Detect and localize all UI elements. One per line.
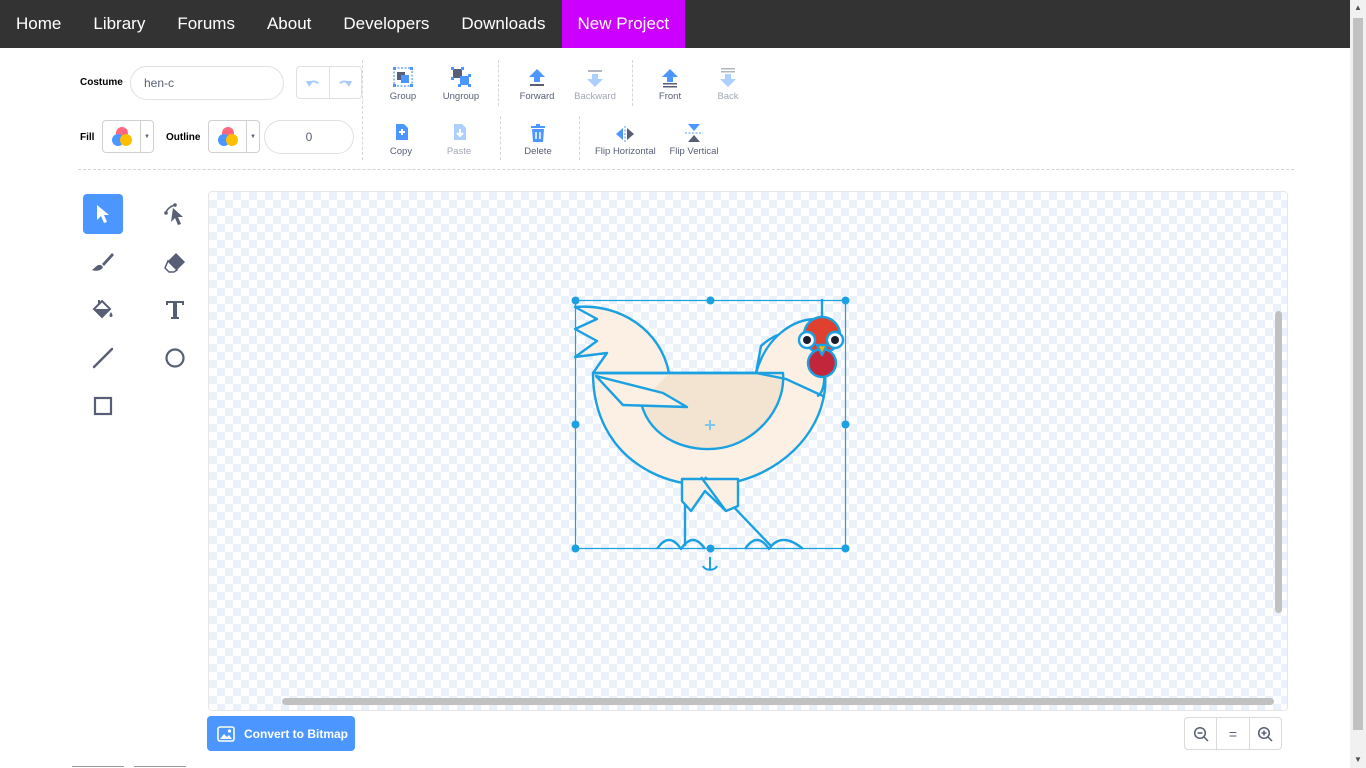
brush-tool-button[interactable] — [83, 242, 123, 282]
flip-vertical-icon — [685, 124, 703, 142]
nav-library[interactable]: Library — [77, 0, 161, 48]
toolbar-divider — [498, 60, 499, 106]
group-button[interactable]: Group — [373, 66, 433, 102]
select-arrow-icon — [97, 205, 109, 223]
group-icon — [393, 67, 413, 87]
hen-costume-drawing[interactable] — [209, 192, 1288, 711]
fill-dropdown-caret-icon: ▼ — [144, 133, 150, 140]
paste-button[interactable]: Paste — [429, 121, 489, 157]
scroll-down-arrow-icon[interactable]: ▼ — [1350, 752, 1366, 768]
copy-icon — [396, 124, 408, 140]
nav-about[interactable]: About — [251, 0, 327, 48]
copy-label: Copy — [389, 146, 413, 157]
outline-width-input[interactable]: 0 — [264, 120, 354, 154]
costume-name-input[interactable]: hen-c — [130, 66, 284, 100]
costume-label: Costume — [80, 77, 123, 88]
eraser-icon — [164, 253, 185, 273]
zoom-out-icon — [1193, 726, 1209, 742]
group-label: Group — [389, 91, 417, 102]
nav-home[interactable]: Home — [0, 0, 77, 48]
line-tool-button[interactable] — [83, 338, 123, 378]
fill-label: Fill — [80, 132, 95, 143]
undo-redo-group — [296, 66, 362, 99]
outline-dropdown-caret-icon: ▼ — [250, 133, 256, 140]
backward-button[interactable]: Backward — [565, 66, 625, 102]
line-icon — [92, 347, 114, 369]
backward-icon — [587, 70, 603, 87]
circle-icon — [165, 348, 185, 368]
flip-vertical-label: Flip Vertical — [669, 146, 719, 157]
trash-icon — [531, 124, 545, 142]
convert-to-bitmap-button[interactable]: Convert to Bitmap — [207, 716, 355, 751]
select-tool-button[interactable] — [83, 194, 123, 234]
fill-tool-button[interactable] — [83, 290, 123, 330]
fill-bucket-icon — [92, 299, 113, 319]
fill-color-button[interactable]: ▼ — [102, 120, 154, 153]
flip-horizontal-label: Flip Horizontal — [595, 146, 656, 157]
front-label: Front — [658, 91, 682, 102]
text-tool-button[interactable] — [155, 290, 195, 330]
zoom-in-icon — [1258, 726, 1273, 742]
ungroup-icon — [451, 67, 471, 87]
ungroup-button[interactable]: Ungroup — [431, 66, 491, 102]
outline-color-button[interactable]: ▼ — [208, 120, 260, 153]
convert-to-bitmap-label: Convert to Bitmap — [244, 726, 349, 741]
mixed-color-icon — [217, 126, 238, 146]
top-nav: Home Library Forums About Developers Dow… — [0, 0, 1350, 48]
rectangle-icon — [93, 396, 113, 416]
circle-tool-button[interactable] — [155, 338, 195, 378]
toolbar-divider — [500, 116, 501, 160]
toolbar-bottom-divider — [78, 169, 1294, 170]
rectangle-tool-button[interactable] — [83, 386, 123, 426]
back-icon — [720, 68, 736, 87]
front-button[interactable]: Front — [640, 66, 700, 102]
mixed-color-icon — [111, 126, 132, 146]
flip-vertical-button[interactable]: Flip Vertical — [664, 121, 724, 157]
reshape-icon — [164, 203, 183, 225]
paint-canvas[interactable] — [208, 191, 1288, 711]
front-icon — [662, 69, 678, 88]
nav-new-project[interactable]: New Project — [561, 0, 686, 48]
zoom-reset-label: = — [1228, 725, 1238, 742]
toolbar-divider — [579, 116, 580, 160]
forward-label: Forward — [519, 91, 555, 102]
forward-button[interactable]: Forward — [507, 66, 567, 102]
redo-icon — [339, 80, 353, 87]
brush-icon — [92, 253, 114, 271]
copy-button[interactable]: Copy — [371, 121, 431, 157]
nav-downloads[interactable]: Downloads — [445, 0, 561, 48]
ungroup-label: Ungroup — [442, 91, 480, 102]
undo-button[interactable] — [297, 67, 330, 98]
nav-forums[interactable]: Forums — [161, 0, 251, 48]
delete-button[interactable]: Delete — [508, 121, 568, 157]
outline-label: Outline — [166, 132, 201, 143]
zoom-in-button[interactable] — [1248, 718, 1281, 749]
nav-developers[interactable]: Developers — [327, 0, 445, 48]
page-scrollbar[interactable]: ▲ ▼ — [1350, 0, 1366, 768]
canvas-vertical-scrollbar[interactable] — [1275, 311, 1282, 613]
zoom-controls: = — [1184, 717, 1282, 750]
scroll-up-arrow-icon[interactable]: ▲ — [1350, 0, 1366, 16]
flip-horizontal-icon — [616, 126, 634, 142]
canvas-horizontal-scrollbar[interactable] — [282, 698, 1274, 705]
zoom-reset-button[interactable]: = — [1216, 718, 1248, 749]
back-label: Back — [717, 91, 739, 102]
paste-label: Paste — [446, 146, 472, 157]
redo-button[interactable] — [330, 67, 362, 98]
zoom-out-button[interactable] — [1185, 718, 1216, 749]
back-button[interactable]: Back — [698, 66, 758, 102]
reshape-tool-button[interactable] — [155, 194, 195, 234]
paste-icon — [454, 124, 466, 140]
image-icon — [217, 725, 235, 742]
forward-icon — [529, 69, 545, 86]
backward-label: Backward — [574, 91, 616, 102]
toolbar-divider — [632, 60, 633, 106]
flip-horizontal-button[interactable]: Flip Horizontal — [595, 121, 656, 157]
undo-icon — [305, 80, 319, 87]
page-scroll-thumb[interactable] — [1353, 18, 1363, 730]
text-t-icon — [166, 301, 184, 319]
toolbar-divider — [362, 60, 363, 160]
eraser-tool-button[interactable] — [155, 242, 195, 282]
delete-label: Delete — [524, 146, 552, 157]
